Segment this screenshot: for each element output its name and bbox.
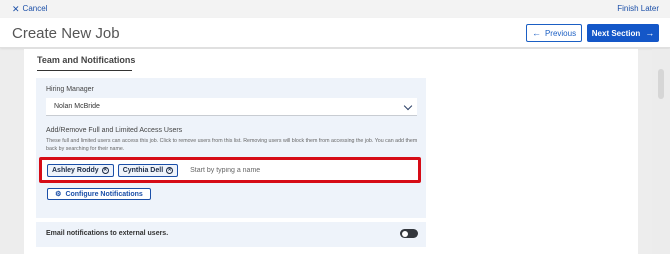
remove-icon[interactable]: ✕: [166, 167, 174, 174]
hiring-manager-select[interactable]: Nolan McBride: [46, 98, 417, 116]
form-card: Team and Notifications Hiring Manager No…: [24, 49, 638, 254]
email-notifications-toggle[interactable]: [400, 229, 418, 238]
next-section-button[interactable]: Next Section →: [587, 24, 659, 42]
access-users-label: Add/Remove Full and Limited Access Users: [46, 127, 183, 134]
access-users-help: These full and limited users can access …: [46, 138, 418, 152]
scrollbar-thumb[interactable]: [658, 69, 664, 99]
user-chip-label: Cynthia Dell: [122, 167, 164, 174]
chevron-down-icon: [403, 101, 413, 111]
email-notifications-panel: Email notifications to external users.: [36, 222, 426, 247]
previous-button[interactable]: ← Previous: [526, 24, 582, 42]
arrow-right-icon: →: [645, 27, 655, 38]
next-section-button-label: Next Section: [591, 28, 641, 38]
scrollbar[interactable]: [652, 49, 670, 254]
section-title: Team and Notifications: [37, 55, 136, 65]
arrow-left-icon: ←: [531, 27, 541, 38]
hiring-manager-value: Nolan McBride: [54, 103, 100, 110]
cancel-link[interactable]: ✕ Cancel: [12, 4, 47, 13]
user-chip-cynthia-dell[interactable]: Cynthia Dell ✕: [117, 164, 179, 177]
page-header: Create New Job ← Previous Next Section →: [0, 18, 670, 48]
configure-notifications-label: Configure Notifications: [65, 190, 143, 198]
user-chip-ashley-roddy[interactable]: Ashley Roddy ✕: [47, 164, 114, 177]
close-icon: ✕: [12, 3, 20, 14]
cancel-label: Cancel: [22, 4, 48, 13]
user-search-input[interactable]: [190, 167, 391, 174]
remove-icon[interactable]: ✕: [101, 167, 109, 174]
email-notifications-label: Email notifications to external users.: [46, 230, 169, 237]
hiring-manager-label: Hiring Manager: [46, 86, 94, 93]
section-title-underline: [37, 70, 132, 71]
gears-icon: ⚙: [55, 191, 62, 198]
configure-notifications-button[interactable]: ⚙ Configure Notifications: [47, 188, 151, 200]
finish-later-link[interactable]: Finish Later: [617, 4, 659, 13]
highlight-box: Ashley Roddy ✕ Cynthia Dell ✕: [39, 157, 421, 183]
page-title: Create New Job: [12, 25, 120, 42]
team-panel: Hiring Manager Nolan McBride Add/Remove …: [36, 78, 426, 218]
top-bar: ✕ Cancel Finish Later: [0, 0, 670, 18]
user-chip-label: Ashley Roddy: [52, 167, 99, 174]
toggle-knob: [401, 230, 408, 237]
users-tag-input[interactable]: Ashley Roddy ✕ Cynthia Dell ✕: [47, 164, 413, 177]
previous-button-label: Previous: [544, 28, 577, 38]
